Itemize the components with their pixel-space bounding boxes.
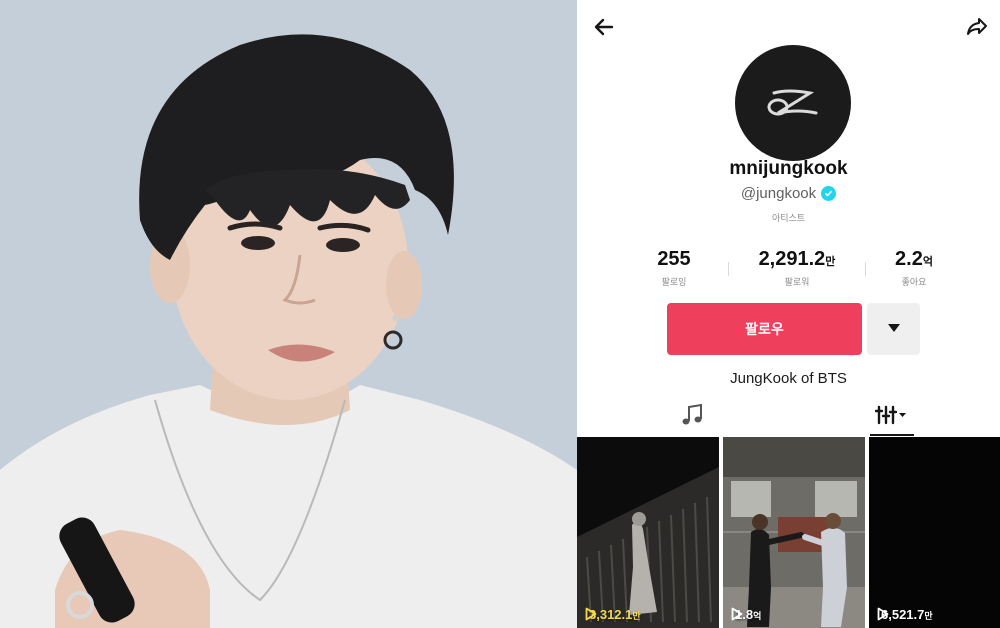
profile-stats: 255 팔로잉 2,291.2만 팔로워 2.2억 좋아요 [577, 248, 1000, 292]
suggested-accounts-button[interactable] [867, 303, 920, 355]
stat-following[interactable]: 255 팔로잉 [629, 248, 719, 288]
view-count-unit: 억 [753, 611, 762, 621]
video-thumbnail[interactable]: 6,521.7만 [869, 437, 1000, 628]
followers-count: 2,291.2 [758, 248, 826, 270]
sort-bars-icon [874, 404, 909, 431]
back-button[interactable] [589, 14, 619, 44]
profile-panel: mnijungkook @jungkook 아티스트 255 팔로잉 2,291… [577, 0, 1000, 628]
caret-down-icon [887, 320, 901, 338]
video-preview [869, 437, 1000, 628]
portrait-photo [0, 0, 577, 628]
followers-label: 팔로워 [784, 277, 810, 287]
likes-unit: 억 [922, 256, 933, 268]
view-count: 6,521.7만 [877, 607, 933, 622]
followers-unit: 만 [825, 256, 836, 268]
handle-row: @jungkook [577, 185, 1000, 202]
music-note-icon [681, 403, 703, 432]
stat-divider [728, 262, 729, 276]
video-thumbnail[interactable]: 3,312.1만 [577, 437, 719, 628]
follow-button[interactable]: 팔로우 [667, 303, 862, 355]
likes-count: 2.2 [895, 248, 923, 270]
tab-music[interactable] [667, 398, 717, 436]
view-count-unit: 만 [632, 611, 641, 621]
display-name: mnijungkook [729, 158, 848, 179]
following-label: 팔로잉 [661, 277, 687, 287]
video-preview [577, 437, 719, 628]
logo-mark-icon [767, 89, 818, 116]
video-grid: 3,312.1만 1.8억 6,521.7만 [577, 437, 1000, 628]
video-preview [723, 437, 865, 628]
tab-videos[interactable] [870, 398, 914, 436]
likes-label: 좋아요 [901, 277, 927, 287]
video-thumbnail[interactable]: 1.8억 [723, 437, 865, 628]
following-count: 255 [657, 248, 691, 270]
profile-bio: JungKook of BTS [730, 370, 847, 387]
account-category: 아티스트 [771, 213, 806, 223]
stat-divider [865, 262, 866, 276]
arrow-left-icon [592, 15, 616, 44]
view-count-unit: 만 [924, 611, 933, 621]
stat-followers[interactable]: 2,291.2만 팔로워 [737, 248, 857, 288]
share-button[interactable] [962, 14, 992, 44]
view-count: 3,312.1만 [585, 607, 641, 622]
stat-likes[interactable]: 2.2억 좋아요 [874, 248, 954, 288]
share-arrow-icon [965, 15, 989, 44]
view-count: 1.8억 [731, 607, 761, 622]
profile-avatar[interactable] [735, 45, 851, 161]
username-handle: @jungkook [740, 185, 817, 202]
verified-check-icon [821, 186, 837, 201]
active-tab-indicator [870, 434, 914, 436]
portrait-illustration [0, 0, 577, 628]
content-tabs [577, 398, 1000, 436]
